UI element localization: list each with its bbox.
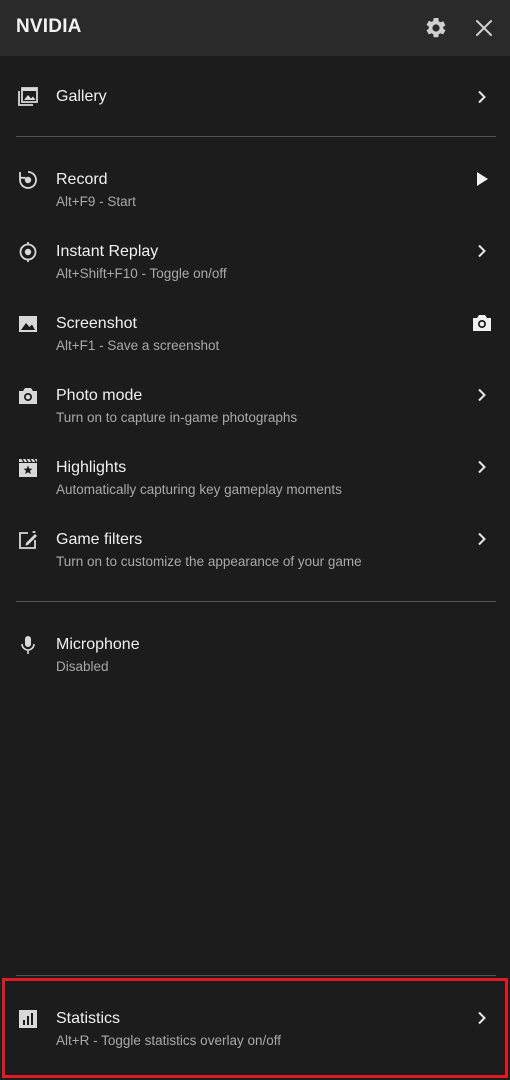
screenshot-shortcut: Alt+F1 - Save a screenshot	[56, 338, 220, 353]
chevron-right-icon	[470, 1006, 494, 1030]
microphone-status: Disabled	[56, 659, 109, 674]
close-icon	[474, 18, 494, 38]
chevron-right-icon	[470, 383, 494, 407]
game-filters-icon	[16, 528, 40, 552]
photo-mode-label: Photo mode	[56, 387, 143, 404]
menu-item-record[interactable]: Record Alt+F9 - Start	[0, 162, 510, 218]
gallery-label: Gallery	[56, 88, 107, 105]
menu-item-statistics[interactable]: Statistics Alt+R - Toggle statistics ove…	[0, 1001, 510, 1057]
instant-replay-icon	[16, 240, 40, 264]
menu-item-screenshot[interactable]: Screenshot Alt+F1 - Save a screenshot	[0, 306, 510, 362]
menu-item-gallery[interactable]: Gallery	[0, 72, 510, 122]
statistics-icon	[16, 1007, 40, 1031]
chevron-right-icon	[470, 455, 494, 479]
camera-icon[interactable]	[470, 311, 494, 335]
menu-item-game-filters[interactable]: Game filters Turn on to customize the ap…	[0, 522, 510, 578]
microphone-icon	[16, 633, 40, 657]
divider	[16, 601, 496, 602]
chevron-right-icon	[470, 239, 494, 263]
menu-item-photo-mode[interactable]: Photo mode Turn on to capture in-game ph…	[0, 378, 510, 434]
statistics-shortcut: Alt+R - Toggle statistics overlay on/off	[56, 1033, 281, 1048]
gear-icon	[424, 16, 448, 40]
highlights-description: Automatically capturing key gameplay mom…	[56, 482, 342, 497]
highlights-icon	[16, 456, 40, 480]
photo-mode-description: Turn on to capture in-game photographs	[56, 410, 298, 425]
settings-button[interactable]	[422, 14, 450, 42]
gallery-icon	[16, 85, 40, 109]
microphone-label: Microphone	[56, 636, 140, 653]
record-icon	[16, 168, 40, 192]
instant-replay-label: Instant Replay	[56, 243, 159, 260]
header-bar: NVIDIA	[0, 0, 510, 56]
statistics-label: Statistics	[56, 1010, 121, 1027]
chevron-right-icon	[470, 85, 494, 109]
screenshot-label: Screenshot	[56, 315, 137, 332]
menu-item-instant-replay[interactable]: Instant Replay Alt+Shift+F10 - Toggle on…	[0, 234, 510, 290]
camera-icon	[16, 384, 40, 408]
game-filters-description: Turn on to customize the appearance of y…	[56, 554, 362, 569]
image-icon	[16, 312, 40, 336]
highlights-label: Highlights	[56, 459, 127, 476]
play-icon[interactable]	[470, 167, 494, 191]
divider	[16, 136, 496, 137]
close-button[interactable]	[470, 14, 498, 42]
menu-item-microphone[interactable]: Microphone Disabled	[0, 627, 510, 683]
menu-item-highlights[interactable]: Highlights Automatically capturing key g…	[0, 450, 510, 506]
instant-replay-shortcut: Alt+Shift+F10 - Toggle on/off	[56, 266, 227, 281]
app-title: NVIDIA	[16, 16, 82, 37]
chevron-right-icon	[470, 527, 494, 551]
record-label: Record	[56, 171, 108, 188]
record-shortcut: Alt+F9 - Start	[56, 194, 136, 209]
divider	[16, 975, 496, 976]
game-filters-label: Game filters	[56, 531, 143, 548]
